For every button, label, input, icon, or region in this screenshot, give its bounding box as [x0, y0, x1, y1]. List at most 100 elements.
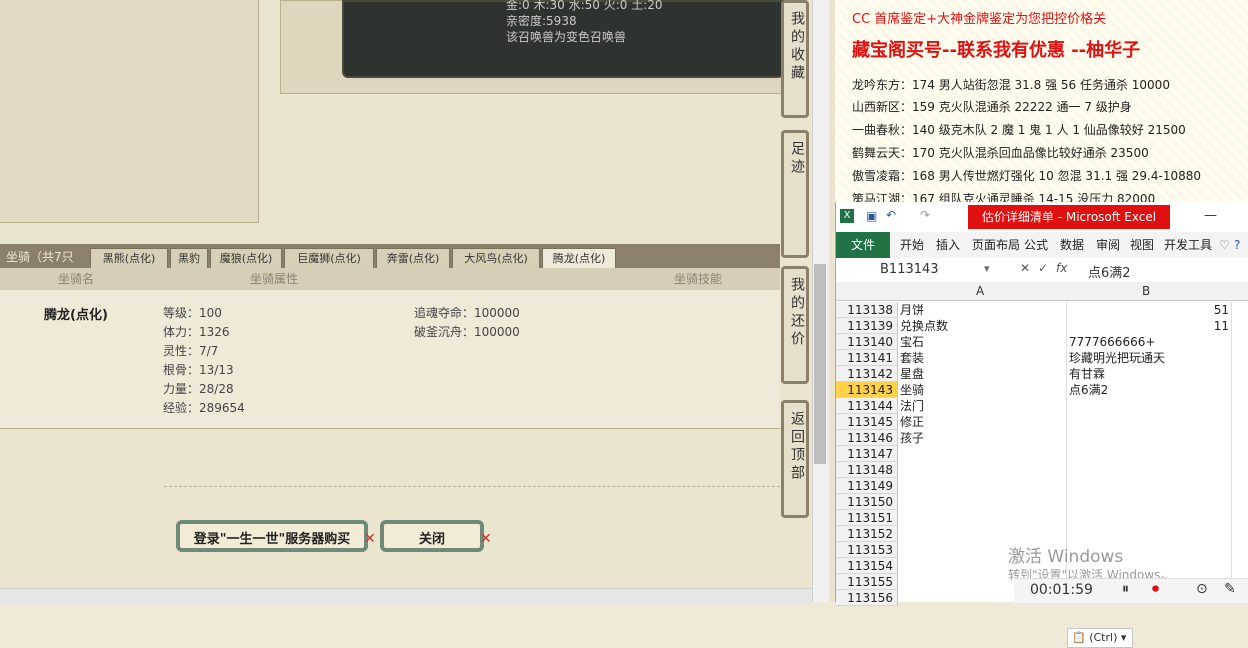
tab-home[interactable]: 开始	[900, 232, 924, 258]
help-icon[interactable]: ?	[1234, 232, 1240, 258]
tab-mount[interactable]: 黑豹	[170, 248, 208, 269]
cell-a[interactable]: 孩子	[900, 430, 924, 446]
row-header[interactable]: 113148	[836, 462, 898, 478]
cancel-icon[interactable]: ✕	[1020, 261, 1030, 275]
row-header[interactable]: 113145	[836, 414, 898, 430]
cell-a[interactable]: 兑换点数	[900, 318, 948, 334]
tab-file[interactable]: 文件	[836, 232, 890, 258]
side-button-label: 我的收藏	[789, 11, 805, 83]
tab-view[interactable]: 视图	[1130, 232, 1154, 258]
enter-icon[interactable]: ✓	[1038, 261, 1048, 275]
excel-title-bar: X ▣ ↶ ↷ 估价详细清单 - Microsoft Excel —	[836, 202, 1248, 233]
horizontal-scrollbar[interactable]	[0, 588, 812, 603]
pet-info-panel	[0, 0, 259, 223]
doc-line-1: CC 首席鉴定+大神金牌鉴定为您把控价格关	[852, 12, 1107, 27]
column-a-header[interactable]: A	[976, 284, 984, 298]
side-button-offers[interactable]: 我的还价	[781, 266, 809, 384]
close-button[interactable]: 关闭	[380, 520, 484, 552]
doc-row: 山西新区：159 克火队混通杀 22222 通一 7 级护身	[852, 100, 1132, 114]
scrollbar-thumb[interactable]	[814, 264, 826, 464]
save-icon[interactable]: ▣	[866, 209, 877, 223]
row-header[interactable]: 113151	[836, 510, 898, 526]
function-icon[interactable]: fx	[1056, 261, 1067, 275]
chevron-down-icon: ▾	[1120, 631, 1127, 644]
side-button-label: 我的还价	[789, 277, 805, 349]
row-header[interactable]: 113147	[836, 446, 898, 462]
formula-input[interactable]: 点6满2	[1088, 262, 1131, 281]
side-button-label: 足迹	[789, 141, 805, 177]
excel-icon: X	[840, 209, 854, 223]
mount-tab-title: 坐骑（共7只	[6, 250, 74, 264]
cell-a[interactable]: 修正	[900, 414, 924, 430]
col-mount-name: 坐骑名	[58, 272, 95, 286]
close-x-icon: ✕	[364, 531, 376, 547]
row-header[interactable]: 113153	[836, 542, 898, 558]
side-button-top[interactable]: 返回顶部	[781, 400, 809, 518]
row-header[interactable]: 113140	[836, 334, 898, 350]
cell-a[interactable]: 星盘	[900, 366, 924, 382]
row-header[interactable]: 113152	[836, 526, 898, 542]
tab-mount[interactable]: 大风鸟(点化)	[452, 248, 540, 269]
row-header[interactable]: 113141	[836, 350, 898, 366]
clipboard-icon: 📋	[1072, 631, 1086, 644]
column-b-header[interactable]: B	[1142, 284, 1150, 298]
close-x-icon: ✕	[480, 531, 492, 547]
row-header[interactable]: 113156	[836, 590, 898, 606]
pen-icon[interactable]: ✎	[1224, 581, 1236, 597]
skill: 破釜沉舟：100000	[414, 325, 520, 339]
camera-icon[interactable]: ⊙	[1196, 581, 1208, 597]
row-header[interactable]: 113150	[836, 494, 898, 510]
tab-page-layout[interactable]: 页面布局	[972, 232, 1020, 258]
tab-mount[interactable]: 巨魔狮(点化)	[284, 248, 374, 269]
cell-b[interactable]: 点6满2	[1069, 382, 1229, 398]
window-title: 估价详细清单 - Microsoft Excel	[968, 205, 1170, 229]
grid-line	[1231, 300, 1232, 602]
tab-developer[interactable]: 开发工具	[1164, 232, 1212, 258]
row-header[interactable]: 113155	[836, 574, 898, 590]
row-header[interactable]: 113139	[836, 318, 898, 334]
tab-mount[interactable]: 奔雷(点化)	[376, 248, 450, 269]
cell-b[interactable]: 51	[1069, 302, 1229, 318]
cell-b[interactable]: 珍藏明光把玩通天	[1069, 350, 1229, 366]
tab-mount[interactable]: 黑熊(点化)	[90, 248, 168, 269]
pause-icon[interactable]: ⏸	[1122, 581, 1129, 597]
row-header[interactable]: 113154	[836, 558, 898, 574]
tab-data[interactable]: 数据	[1060, 232, 1084, 258]
cell-a[interactable]: 法门	[900, 398, 924, 414]
row-header[interactable]: 113143	[836, 382, 898, 398]
row-header[interactable]: 113144	[836, 398, 898, 414]
side-button-favorites[interactable]: 我的收藏	[781, 0, 809, 118]
row-header[interactable]: 113149	[836, 478, 898, 494]
name-box-dropdown-icon[interactable]: ▾	[984, 262, 990, 275]
cell-a[interactable]: 套装	[900, 350, 924, 366]
ribbon-collapse-icon[interactable]: ♡	[1219, 232, 1230, 258]
price-document: CC 首席鉴定+大神金牌鉴定为您把控价格关 藏宝阁买号--联系我有优惠 --柚华…	[835, 0, 1248, 206]
buy-button[interactable]: 登录"一生一世"服务器购买	[176, 520, 368, 552]
tab-mount-active[interactable]: 腾龙(点化)	[542, 248, 616, 269]
cell-b[interactable]: 有甘霖	[1069, 366, 1229, 382]
row-header[interactable]: 113146	[836, 430, 898, 446]
col-mount-attr: 坐骑属性	[250, 272, 299, 286]
tab-mount[interactable]: 魔狼(点化)	[210, 248, 282, 269]
name-box[interactable]: B113143	[880, 262, 939, 277]
doc-line-2: 藏宝阁买号--联系我有优惠 --柚华子	[852, 40, 1141, 61]
side-button-history[interactable]: 足迹	[781, 130, 809, 258]
minimize-icon[interactable]: —	[1204, 208, 1217, 223]
cell-a[interactable]: 宝石	[900, 334, 924, 350]
tab-formulas[interactable]: 公式	[1024, 232, 1048, 258]
stop-icon[interactable]: ⏺	[1152, 581, 1159, 597]
tab-review[interactable]: 审阅	[1096, 232, 1120, 258]
cell-a[interactable]: 坐骑	[900, 382, 924, 398]
formula-bar: B113143 ▾ ✕ ✓ fx 点6满2	[836, 258, 1248, 283]
row-header[interactable]: 113142	[836, 366, 898, 382]
undo-icon[interactable]: ↶	[886, 208, 896, 222]
tab-insert[interactable]: 插入	[936, 232, 960, 258]
redo-icon[interactable]: ↷	[920, 208, 930, 222]
row-header[interactable]: 113138	[836, 302, 898, 318]
paste-options-button[interactable]: 📋 (Ctrl) ▾	[1067, 628, 1133, 648]
cell-b[interactable]: 7777666666+	[1069, 334, 1229, 350]
cell-a[interactable]: 月饼	[900, 302, 924, 318]
doc-row: 龙吟东方：174 男人站街忽混 31.8 强 56 任务通杀 10000	[852, 78, 1170, 92]
cell-b[interactable]: 11	[1069, 318, 1229, 334]
stat: 灵性：7/7	[163, 344, 219, 358]
